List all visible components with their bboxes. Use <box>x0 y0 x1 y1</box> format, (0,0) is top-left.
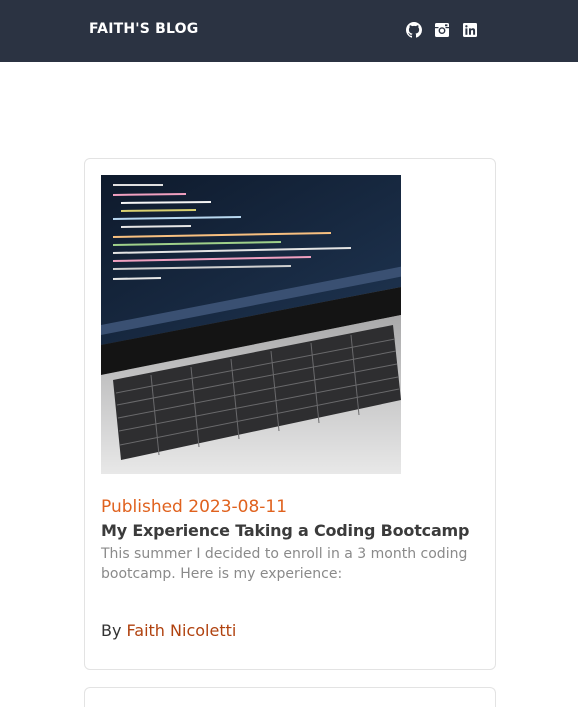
by-label: By <box>101 621 122 640</box>
github-link[interactable] <box>406 22 422 38</box>
published-date: Published 2023-08-11 <box>101 497 288 517</box>
post-excerpt: This summer I decided to enroll in a 3 m… <box>101 546 468 582</box>
linkedin-icon <box>463 23 477 37</box>
brand-logo[interactable]: FAITH'S BLOG <box>89 21 198 37</box>
author-link[interactable]: Faith Nicoletti <box>127 621 237 640</box>
post-thumbnail[interactable] <box>101 175 401 474</box>
instagram-icon <box>435 23 449 37</box>
post-title[interactable]: My Experience Taking a Coding Bootcamp <box>101 521 469 540</box>
top-navbar: FAITH'S BLOG <box>0 0 578 62</box>
instagram-link[interactable] <box>434 22 450 38</box>
social-links <box>406 22 478 38</box>
post-byline: By Faith Nicoletti <box>101 621 236 640</box>
blog-post-card[interactable]: Published 2023-08-11 My Experience Takin… <box>84 158 496 670</box>
linkedin-link[interactable] <box>462 22 478 38</box>
github-icon <box>406 22 422 38</box>
laptop-code-photo <box>101 175 401 474</box>
next-post-card[interactable] <box>84 687 496 707</box>
